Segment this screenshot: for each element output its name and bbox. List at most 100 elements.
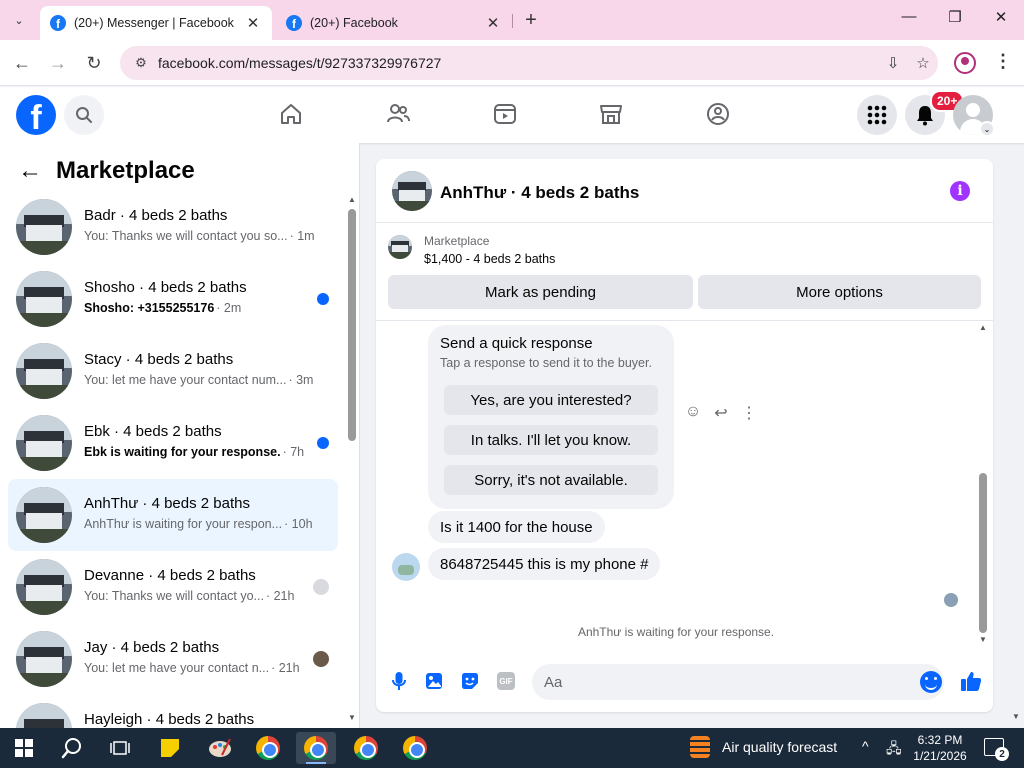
quick-response-option[interactable]: Sorry, it's not available. <box>444 465 658 495</box>
task-view-icon <box>110 741 130 755</box>
quick-response-option[interactable]: Yes, are you interested? <box>444 385 658 415</box>
conversation-row[interactable]: AnhThư · 4 beds 2 baths AnhThư is waiting… <box>8 479 338 551</box>
video-nav-button[interactable] <box>490 99 520 129</box>
listing-small-thumbnail[interactable] <box>388 235 412 259</box>
new-tab-plus-icon[interactable]: + <box>520 9 542 32</box>
voice-clip-button[interactable] <box>388 670 410 692</box>
url-text[interactable]: facebook.com/messages/t/927337329976727 <box>158 55 878 71</box>
scrollbar-thumb[interactable] <box>348 209 356 441</box>
conversation-name: Devanne · 4 beds 2 baths <box>84 567 256 584</box>
preview-time: · 21h <box>271 661 300 675</box>
conversation-list: Badr · 4 beds 2 baths You: Thanks we will… <box>8 191 338 728</box>
back-arrow-icon[interactable]: ← <box>9 50 35 76</box>
start-button[interactable] <box>4 732 44 764</box>
info-icon[interactable]: i <box>950 181 970 201</box>
conversation-header: AnhThư · 4 beds 2 baths i <box>376 159 993 223</box>
minimize-icon[interactable]: — <box>897 8 921 25</box>
conversation-row[interactable]: Badr · 4 beds 2 baths You: Thanks we will… <box>8 191 338 263</box>
tab-close-icon[interactable]: ✕ <box>244 14 262 32</box>
taskbar-clock[interactable]: 6:32 PM 1/21/2026 <box>908 732 972 764</box>
paint-app[interactable] <box>200 732 240 764</box>
conversation-row[interactable]: Jay · 4 beds 2 baths You: let me have you… <box>8 623 338 695</box>
listing-thumbnail <box>16 199 72 255</box>
listing-thumbnail <box>16 487 72 543</box>
chrome-taskbar-app-active[interactable] <box>296 732 336 764</box>
install-app-icon[interactable]: ⇩ <box>878 54 908 72</box>
scroll-down-arrow-icon[interactable]: ▼ <box>979 635 987 644</box>
scroll-up-arrow-icon[interactable]: ▲ <box>348 195 356 204</box>
listing-thumbnail[interactable] <box>392 171 432 211</box>
chrome-taskbar-app[interactable] <box>395 732 435 764</box>
message-bubble[interactable]: Is it 1400 for the house <box>428 511 605 543</box>
network-icon[interactable]: 🖧 <box>886 738 902 762</box>
send-like-button[interactable] <box>960 670 982 692</box>
chrome-taskbar-app[interactable] <box>346 732 386 764</box>
tab-search-chevron-icon[interactable]: ⌄ <box>6 8 32 32</box>
conversation-name: Stacy · 4 beds 2 baths <box>84 351 234 368</box>
groups-nav-button[interactable] <box>703 99 733 129</box>
conversation-row[interactable]: Ebk · 4 beds 2 baths Ebk is waiting for y… <box>8 407 338 479</box>
quick-response-option[interactable]: In talks. I'll let you know. <box>444 425 658 455</box>
conversation-row[interactable]: Shosho · 4 beds 2 baths Shosho: +31552551… <box>8 263 338 335</box>
search-taskbar-button[interactable] <box>52 732 92 764</box>
site-info-icon[interactable]: ⚙ <box>128 55 154 71</box>
search-icon <box>76 107 92 123</box>
home-icon <box>281 104 301 124</box>
task-view-button[interactable] <box>100 732 140 764</box>
conversation-row[interactable]: Stacy · 4 beds 2 baths You: let me have y… <box>8 335 338 407</box>
mark-as-pending-button[interactable]: Mark as pending <box>388 275 693 309</box>
attach-photo-button[interactable] <box>423 670 445 692</box>
profile-icon[interactable] <box>954 52 976 74</box>
notification-center-count: 2 <box>995 747 1009 761</box>
read-receipt-avatar <box>944 593 958 607</box>
chat-scrollbar[interactable]: ▲ ▼ <box>978 323 988 647</box>
tab-close-icon[interactable]: ✕ <box>484 14 502 32</box>
friends-nav-button[interactable] <box>383 99 413 129</box>
sticky-notes-app[interactable] <box>150 732 190 764</box>
maximize-icon[interactable]: ❐ <box>943 8 967 26</box>
notification-center-icon[interactable]: 2 <box>984 738 1009 761</box>
address-bar[interactable]: ⚙ facebook.com/messages/t/92733732997672… <box>120 46 938 80</box>
page-scroll-down-arrow-icon[interactable]: ▼ <box>1012 712 1020 721</box>
gif-button[interactable]: GIF <box>495 670 517 692</box>
react-emoji-icon[interactable]: ☺ <box>684 403 702 423</box>
account-chevron-down-icon[interactable]: ⌄ <box>979 121 995 137</box>
emoji-picker-icon[interactable] <box>920 671 942 693</box>
chrome-taskbar-app[interactable] <box>248 732 288 764</box>
forward-arrow-icon[interactable]: → <box>45 50 71 76</box>
conversation-row[interactable]: Devanne · 4 beds 2 baths You: Thanks we w… <box>8 551 338 623</box>
tray-overflow-chevron-icon[interactable]: ^ <box>862 738 869 754</box>
conversation-row[interactable]: Hayleigh · 4 beds 2 baths <box>8 695 338 728</box>
marketplace-nav-button[interactable] <box>596 99 626 129</box>
more-options-button[interactable]: More options <box>698 275 981 309</box>
browser-menu-icon[interactable]: ⋮ <box>994 51 1012 72</box>
scroll-up-arrow-icon[interactable]: ▲ <box>979 323 987 332</box>
weather-widget[interactable]: Air quality forecast <box>690 736 837 758</box>
bookmark-star-icon[interactable]: ☆ <box>908 54 938 72</box>
tab-messenger[interactable]: f (20+) Messenger | Facebook ✕ <box>40 6 272 40</box>
window-close-icon[interactable]: ✕ <box>989 8 1013 26</box>
reply-icon[interactable]: ↩ <box>712 403 730 423</box>
more-actions-icon[interactable]: ⋮ <box>740 403 758 423</box>
search-button[interactable] <box>64 95 104 135</box>
home-nav-button[interactable] <box>276 99 306 129</box>
scrollbar-thumb[interactable] <box>979 473 987 633</box>
sidebar-scrollbar[interactable]: ▲ ▼ <box>348 193 356 722</box>
sidebar-title: Marketplace <box>56 157 195 184</box>
sender-avatar[interactable] <box>392 553 420 581</box>
scroll-down-arrow-icon[interactable]: ▼ <box>348 713 356 722</box>
sticker-button[interactable] <box>459 670 481 692</box>
facebook-logo-icon[interactable]: f <box>16 95 56 135</box>
message-bubble[interactable]: 8648725445 this is my phone # <box>428 548 661 580</box>
back-arrow-icon[interactable]: ← <box>18 157 42 185</box>
preview-text: You: let me have your contact n... <box>84 661 270 675</box>
listing-source-label: Marketplace <box>424 234 490 248</box>
menu-grid-button[interactable] <box>857 95 897 135</box>
reload-icon[interactable]: ↻ <box>81 50 107 76</box>
tab-facebook[interactable]: f (20+) Facebook ✕ <box>276 6 512 40</box>
conversation-name: AnhThư · 4 beds 2 baths <box>84 495 250 512</box>
conversation-title[interactable]: AnhThư · 4 beds 2 baths <box>440 183 639 203</box>
message-input[interactable] <box>532 664 944 700</box>
chrome-icon <box>304 736 328 760</box>
clock-time: 6:32 PM <box>917 733 963 747</box>
